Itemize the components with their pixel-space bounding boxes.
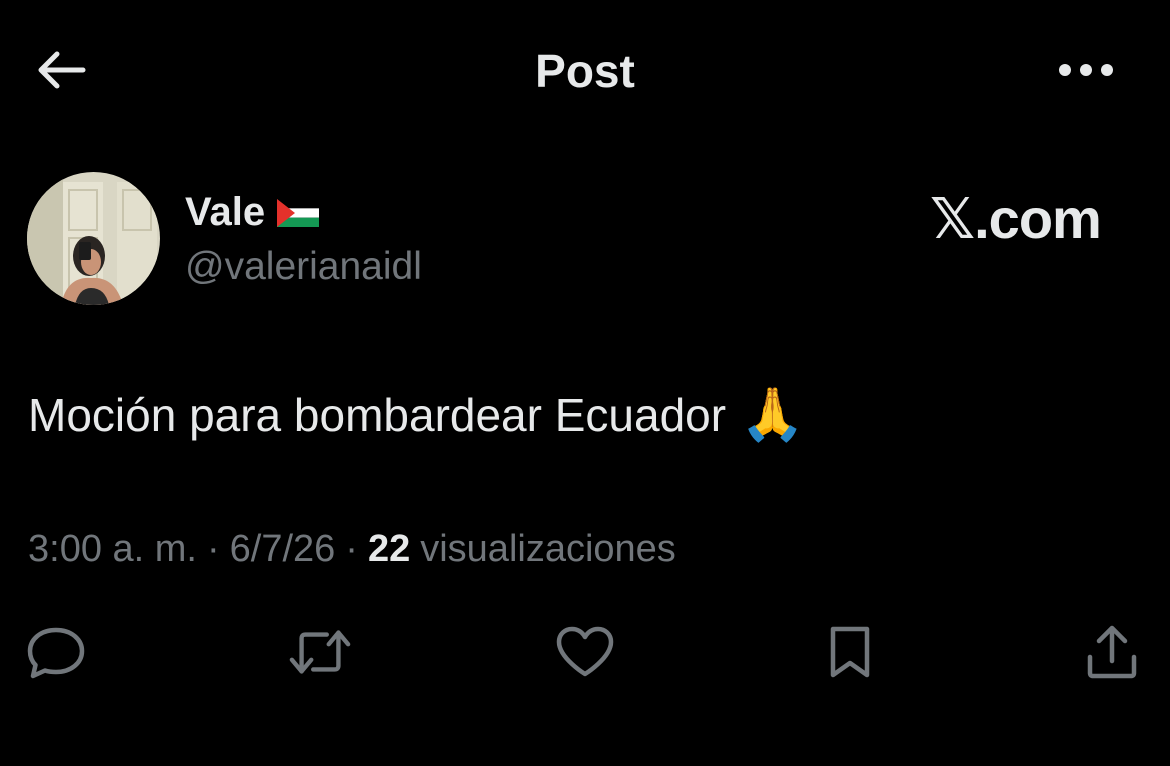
meta-separator: · [206, 528, 220, 570]
view-count: 22 [367, 528, 411, 570]
repost-button[interactable] [288, 620, 352, 684]
watermark-suffix: .com [974, 187, 1102, 250]
back-button[interactable] [28, 42, 92, 98]
post-text: Moción para bombardear Ecuador [28, 388, 727, 441]
avatar[interactable] [27, 172, 160, 305]
author-handle[interactable]: @valerianaidl [185, 245, 422, 289]
bookmark-button[interactable] [818, 620, 882, 684]
bookmark-icon [830, 626, 870, 678]
more-options-button[interactable] [1050, 44, 1122, 96]
like-button[interactable] [553, 620, 617, 684]
repost-icon [289, 630, 351, 674]
page-title-wrap: Post [0, 44, 1170, 98]
author-name-row: Vale [185, 190, 320, 235]
like-icon [556, 626, 614, 677]
reply-button[interactable] [24, 620, 88, 684]
palestine-flag-icon [277, 198, 320, 227]
more-horizontal-icon [1059, 64, 1113, 76]
post-date[interactable]: 6/7/26 [230, 528, 336, 571]
arrow-left-icon [38, 51, 86, 89]
reply-icon [27, 627, 85, 679]
meta-separator: · [345, 528, 358, 570]
avatar-photo [27, 172, 160, 305]
view-label: visualizaciones [420, 528, 676, 570]
xcom-watermark: 𝕏 .com [930, 186, 1102, 252]
share-icon [1087, 625, 1137, 679]
page-title: Post [535, 45, 635, 97]
folded-hands-emoji: 🙏 [740, 386, 805, 444]
share-button[interactable] [1080, 620, 1144, 684]
display-name[interactable]: Vale [185, 190, 265, 235]
x-logo-icon: 𝕏 [930, 187, 975, 252]
post-time[interactable]: 3:00 a. m. [28, 528, 197, 571]
post-body: Moción para bombardear Ecuador 🙏 [28, 384, 805, 445]
post-meta: 3:00 a. m. · 6/7/26 · 22 visualizaciones [28, 528, 676, 571]
